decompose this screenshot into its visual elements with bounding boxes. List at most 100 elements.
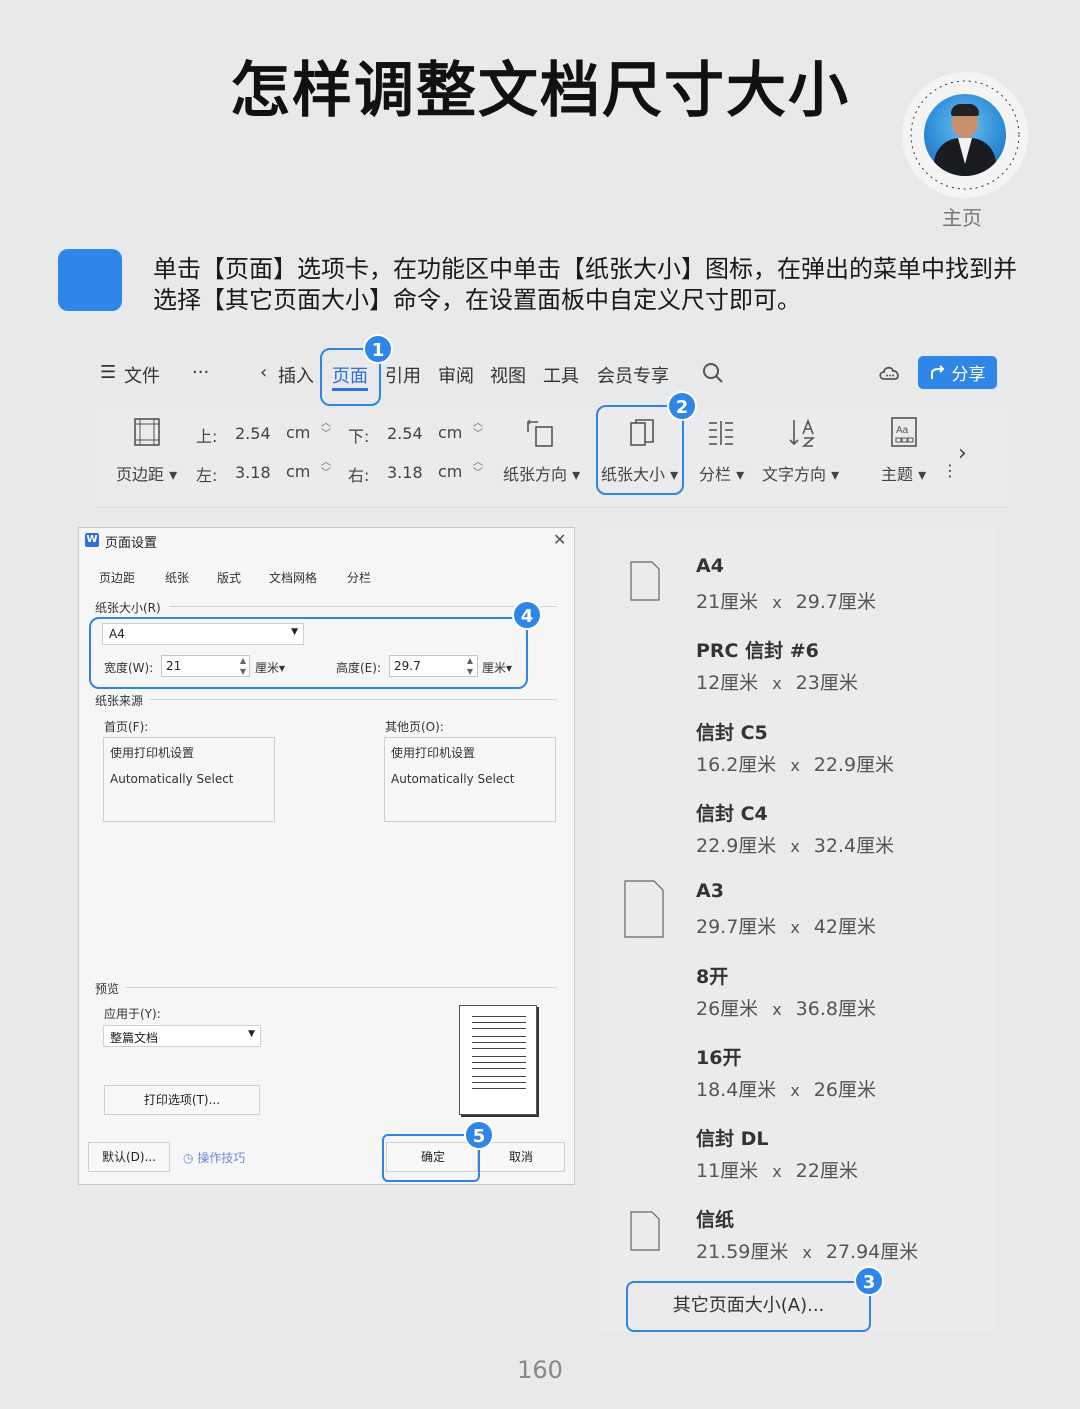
margin-right-stepper[interactable]: ︿ ﹀ xyxy=(472,457,484,483)
bullet-square xyxy=(58,249,122,311)
dimension-separator: x xyxy=(772,593,782,612)
dropdown-arrow-icon: ▼ xyxy=(248,1029,255,1039)
dialog-title: 页面设置 xyxy=(105,536,158,551)
paper-size-item[interactable]: 信纸 21.59厘米 x 27.94厘米 xyxy=(600,1205,995,1283)
paper-size-name: 16开 xyxy=(696,1046,742,1069)
apply-to-label: 应用于(Y): xyxy=(104,1007,161,1021)
paper-size-item[interactable]: 信封 C5 16.2厘米 x 22.9厘米 xyxy=(600,718,995,796)
default-button[interactable]: 默认(D)... xyxy=(88,1142,170,1172)
list-item[interactable]: Automatically Select xyxy=(391,766,549,792)
paper-size-dimensions: 26厘米 x 36.8厘米 xyxy=(696,994,876,1021)
paper-size-name: 信封 C4 xyxy=(696,802,768,825)
dialog-tab-margins[interactable]: 页边距 xyxy=(99,569,135,586)
page-preview xyxy=(459,1005,537,1115)
margin-top-stepper[interactable]: ︿ ﹀ xyxy=(320,418,332,444)
dimension-separator: x xyxy=(772,674,782,694)
avatar[interactable] xyxy=(902,72,1028,198)
tab-view[interactable]: 视图 xyxy=(490,362,526,388)
tab-references[interactable]: 引用 xyxy=(385,362,421,388)
paper-width: 21厘米 xyxy=(696,591,759,613)
paper-size-item[interactable]: 16开 18.4厘米 x 26厘米 xyxy=(600,1043,995,1121)
paper-size-item[interactable]: A3 29.7厘米 x 42厘米 xyxy=(600,880,995,958)
orientation-button[interactable]: 纸张方向 ▾ xyxy=(503,461,580,485)
wps-logo-icon: W xyxy=(85,533,99,547)
columns-icon xyxy=(709,421,733,445)
paper-size-name: 8开 xyxy=(696,965,729,988)
more-menu[interactable]: ··· xyxy=(192,362,209,383)
tab-insert[interactable]: 插入 xyxy=(278,362,314,388)
search-icon[interactable] xyxy=(702,362,724,384)
dimension-separator: x xyxy=(802,1243,812,1263)
homepage-link[interactable]: 主页 xyxy=(942,202,982,231)
highlight-paper-size xyxy=(596,405,684,495)
theme-icon: Aa xyxy=(891,417,917,447)
tab-tools[interactable]: 工具 xyxy=(543,362,579,388)
list-item[interactable]: Automatically Select xyxy=(110,766,268,792)
list-item[interactable]: 使用打印机设置 xyxy=(110,740,268,766)
margins-icon xyxy=(134,418,160,446)
text-direction-icon xyxy=(789,418,816,447)
paper-height: 32.4厘米 xyxy=(813,834,895,857)
file-menu[interactable]: 文件 xyxy=(124,362,160,388)
dialog-tab-grid[interactable]: 文档网格 xyxy=(269,569,317,586)
paper-size-item[interactable]: PRC 信封 #6 12厘米 x 23厘米 xyxy=(600,636,995,714)
margin-right-value[interactable]: 3.18 xyxy=(387,463,423,482)
paper-height: 27.94厘米 xyxy=(825,1241,919,1264)
cancel-button[interactable]: 取消 xyxy=(477,1142,565,1172)
paper-size-item[interactable]: 信封 C4 22.9厘米 x 32.4厘米 xyxy=(600,799,995,877)
other-page-sizes-button[interactable]: 其它页面大小(A)... xyxy=(626,1281,871,1332)
margins-button[interactable]: 页边距 ▾ xyxy=(116,461,177,485)
cloud-icon[interactable] xyxy=(878,362,902,384)
chevron-right-icon[interactable]: › xyxy=(958,441,967,466)
other-pages-list[interactable]: 使用打印机设置 Automatically Select xyxy=(384,737,556,822)
list-item[interactable]: 使用打印机设置 xyxy=(391,740,549,766)
print-options-button[interactable]: 打印选项(T)... xyxy=(104,1085,260,1115)
tab-member[interactable]: 会员专享 xyxy=(597,362,669,388)
margin-top-value[interactable]: 2.54 xyxy=(235,424,271,443)
paper-size-dimensions: 16.2厘米 x 22.9厘米 xyxy=(696,750,894,777)
margin-bottom-unit: cm xyxy=(438,423,463,442)
svg-text:Aa: Aa xyxy=(896,425,909,436)
ribbon-page-panel: 页边距 ▾ 上: 2.54 cm ︿ ﹀ 下: 2.54 cm ︿ ﹀ 左: 3.1… xyxy=(96,408,1008,508)
paper-size-item[interactable]: 信封 DL 11厘米 x 22厘米 xyxy=(600,1124,995,1202)
paper-height: 42厘米 xyxy=(813,916,876,939)
theme-button[interactable]: 主题 ▾ xyxy=(881,461,926,485)
paper-size-item[interactable]: A4 21厘米 x 29.7厘米 xyxy=(600,555,995,633)
paper-width: 16.2厘米 xyxy=(696,753,777,776)
paper-size-name: 信封 C5 xyxy=(696,721,768,744)
tips-link[interactable]: ◷ 操作技巧 xyxy=(183,1149,245,1166)
step-badge-5: 5 xyxy=(464,1120,494,1150)
close-icon[interactable]: ✕ xyxy=(553,530,566,549)
paper-width: 21.59厘米 xyxy=(696,1241,789,1264)
margin-left-value[interactable]: 3.18 xyxy=(235,463,271,482)
dialog-tab-paper[interactable]: 纸张 xyxy=(165,569,189,586)
paper-height: 36.8厘米 xyxy=(795,997,876,1020)
paper-size-name: A4 xyxy=(696,555,724,577)
tab-review[interactable]: 审阅 xyxy=(438,362,474,388)
more-vert-icon[interactable]: ⋮ xyxy=(942,461,958,480)
document-icon xyxy=(630,1211,660,1251)
margin-bottom-label: 下: xyxy=(348,427,370,446)
dimension-separator: x xyxy=(790,836,800,856)
orientation-icon xyxy=(527,419,553,447)
text-direction-button[interactable]: 文字方向 ▾ xyxy=(762,461,839,485)
margin-bottom-stepper[interactable]: ︿ ﹀ xyxy=(472,418,484,444)
margin-bottom-value[interactable]: 2.54 xyxy=(387,424,423,443)
columns-button[interactable]: 分栏 ▾ xyxy=(699,461,744,485)
highlight-paper-size-fields xyxy=(89,617,528,689)
paper-source-section-label: 纸张来源 xyxy=(95,694,144,708)
margin-left-stepper[interactable]: ︿ ﹀ xyxy=(320,457,332,483)
dialog-tab-columns[interactable]: 分栏 xyxy=(347,569,371,586)
step-badge-2: 2 xyxy=(667,391,697,421)
dialog-tab-layout[interactable]: 版式 xyxy=(217,569,241,586)
share-icon xyxy=(930,364,944,379)
apply-to-select[interactable]: 整篇文档 ▼ xyxy=(103,1025,261,1047)
paper-height: 29.7厘米 xyxy=(795,591,876,613)
menu-icon[interactable]: ☰ xyxy=(100,362,116,383)
share-button[interactable]: 分享 xyxy=(918,356,997,389)
dimension-separator: x xyxy=(790,918,800,938)
first-page-list[interactable]: 使用打印机设置 Automatically Select xyxy=(103,737,275,822)
chevron-left-icon[interactable]: ‹ xyxy=(260,362,267,383)
paper-size-name: 信封 DL xyxy=(696,1128,769,1151)
paper-size-item[interactable]: 8开 26厘米 x 36.8厘米 xyxy=(600,962,995,1040)
